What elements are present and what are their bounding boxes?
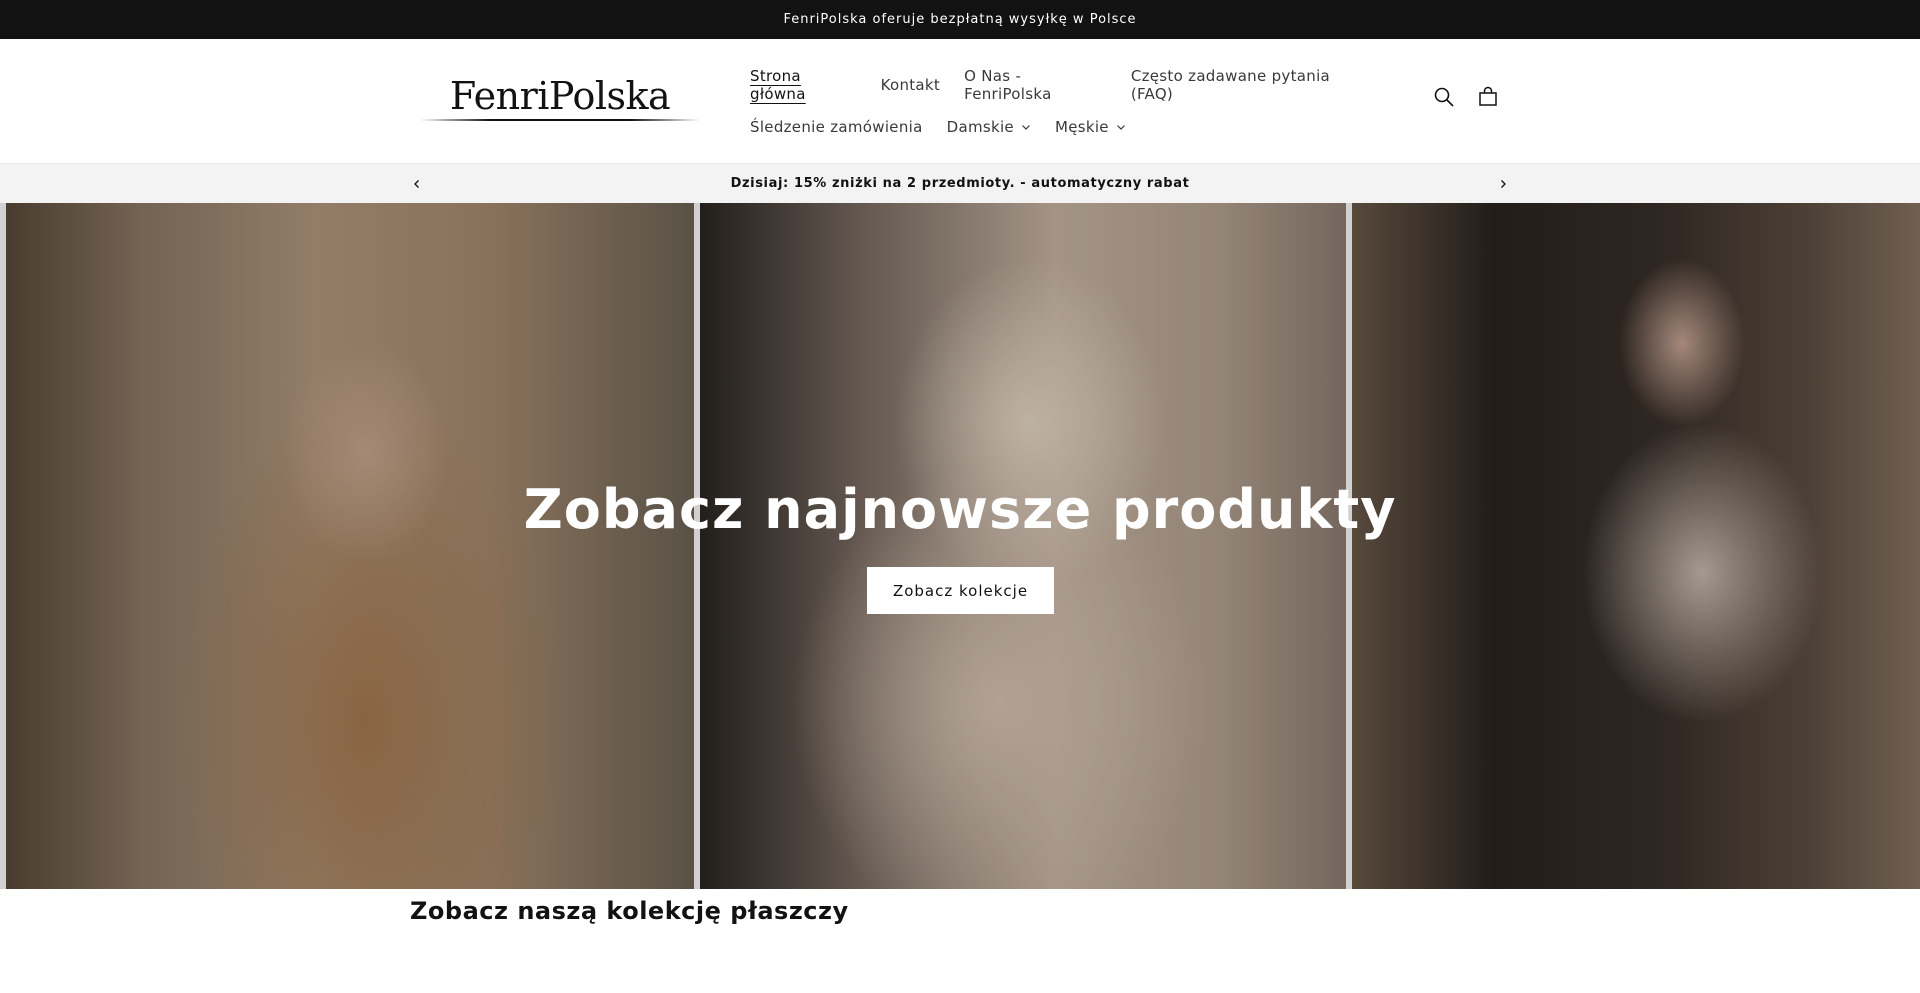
header-icons xyxy=(1432,85,1500,109)
hero-overlay xyxy=(0,203,1920,889)
logo-underline xyxy=(420,119,700,121)
nav-row-2: Śledzenie zamówienia Damskie Męskie xyxy=(750,106,1390,148)
hero-title: Zobacz najnowsze produkty xyxy=(523,478,1397,541)
free-shipping-text: FenriPolska oferuje bezpłatną wysyłkę w … xyxy=(783,12,1137,27)
nav-item-contact[interactable]: Kontakt xyxy=(881,76,941,94)
search-icon[interactable] xyxy=(1432,85,1456,109)
nav-item-womens[interactable]: Damskie xyxy=(947,118,1031,136)
nav-item-mens[interactable]: Męskie xyxy=(1055,118,1126,136)
nav-item-mens-label: Męskie xyxy=(1054,118,1109,136)
nav-item-faq[interactable]: Często zadawane pytania (FAQ) xyxy=(1131,67,1366,103)
cart-icon[interactable] xyxy=(1476,85,1500,109)
logo[interactable]: FenriPolska xyxy=(420,69,700,129)
nav-row-1: Strona główna Kontakt O Nas - FenriPolsk… xyxy=(750,64,1390,106)
chevron-left-icon[interactable] xyxy=(408,175,426,193)
main-nav: Strona główna Kontakt O Nas - FenriPolsk… xyxy=(750,64,1390,148)
site-header: FenriPolska Strona główna Kontakt O Nas … xyxy=(0,39,1920,163)
promo-text: Dzisiaj: 15% zniżki na 2 przedmioty. - a… xyxy=(730,176,1190,191)
nav-item-home[interactable]: Strona główna xyxy=(750,67,857,103)
nav-item-womens-label: Damskie xyxy=(946,118,1014,136)
view-collections-button[interactable]: Zobacz kolekcje xyxy=(867,567,1054,614)
chevron-down-icon xyxy=(1021,122,1031,132)
nav-item-about[interactable]: O Nas - FenriPolska xyxy=(964,67,1107,103)
logo-text: FenriPolska xyxy=(449,74,671,118)
announcement-top-bar: FenriPolska oferuje bezpłatną wysyłkę w … xyxy=(0,0,1920,39)
chevron-down-icon xyxy=(1116,122,1126,132)
section-title: Zobacz naszą kolekcję płaszczy xyxy=(410,897,849,925)
nav-item-order-tracking[interactable]: Śledzenie zamówienia xyxy=(750,118,923,136)
chevron-right-icon[interactable] xyxy=(1494,175,1512,193)
promo-announcement-bar: Dzisiaj: 15% zniżki na 2 przedmioty. - a… xyxy=(0,163,1920,203)
hero-banner: Zobacz najnowsze produkty Zobacz kolekcj… xyxy=(0,203,1920,889)
